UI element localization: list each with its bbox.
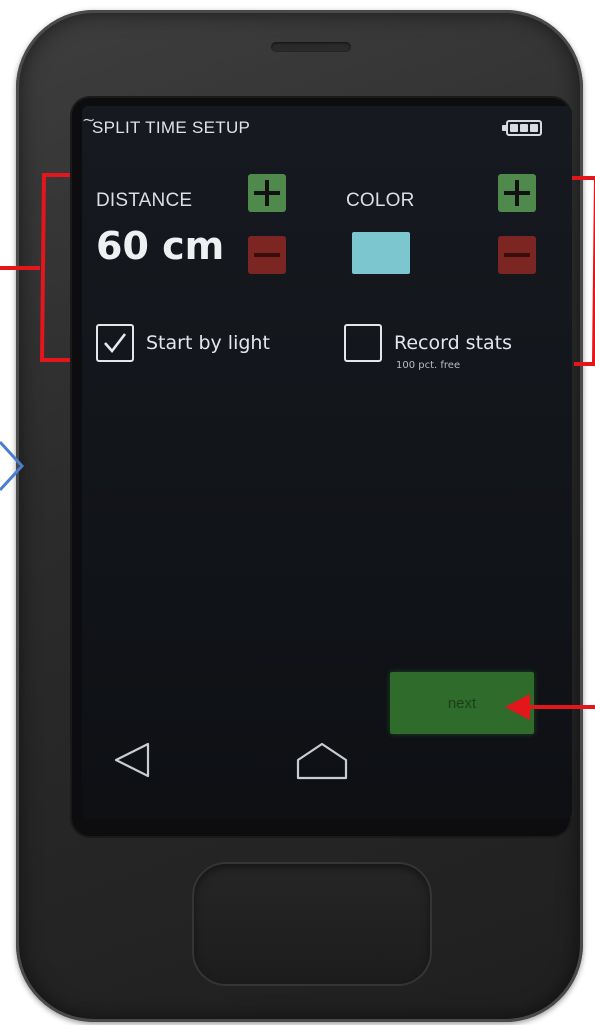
right-bracket-annotation — [572, 176, 595, 366]
arrow-annotation — [505, 694, 595, 720]
device-photo: ∼ SPLIT TIME SETUP DISTANCE 60 cm COLOR — [0, 0, 595, 1025]
annotation-overlay — [0, 173, 595, 720]
left-bracket-annotation — [0, 173, 70, 362]
chevron-right-icon — [0, 440, 25, 492]
